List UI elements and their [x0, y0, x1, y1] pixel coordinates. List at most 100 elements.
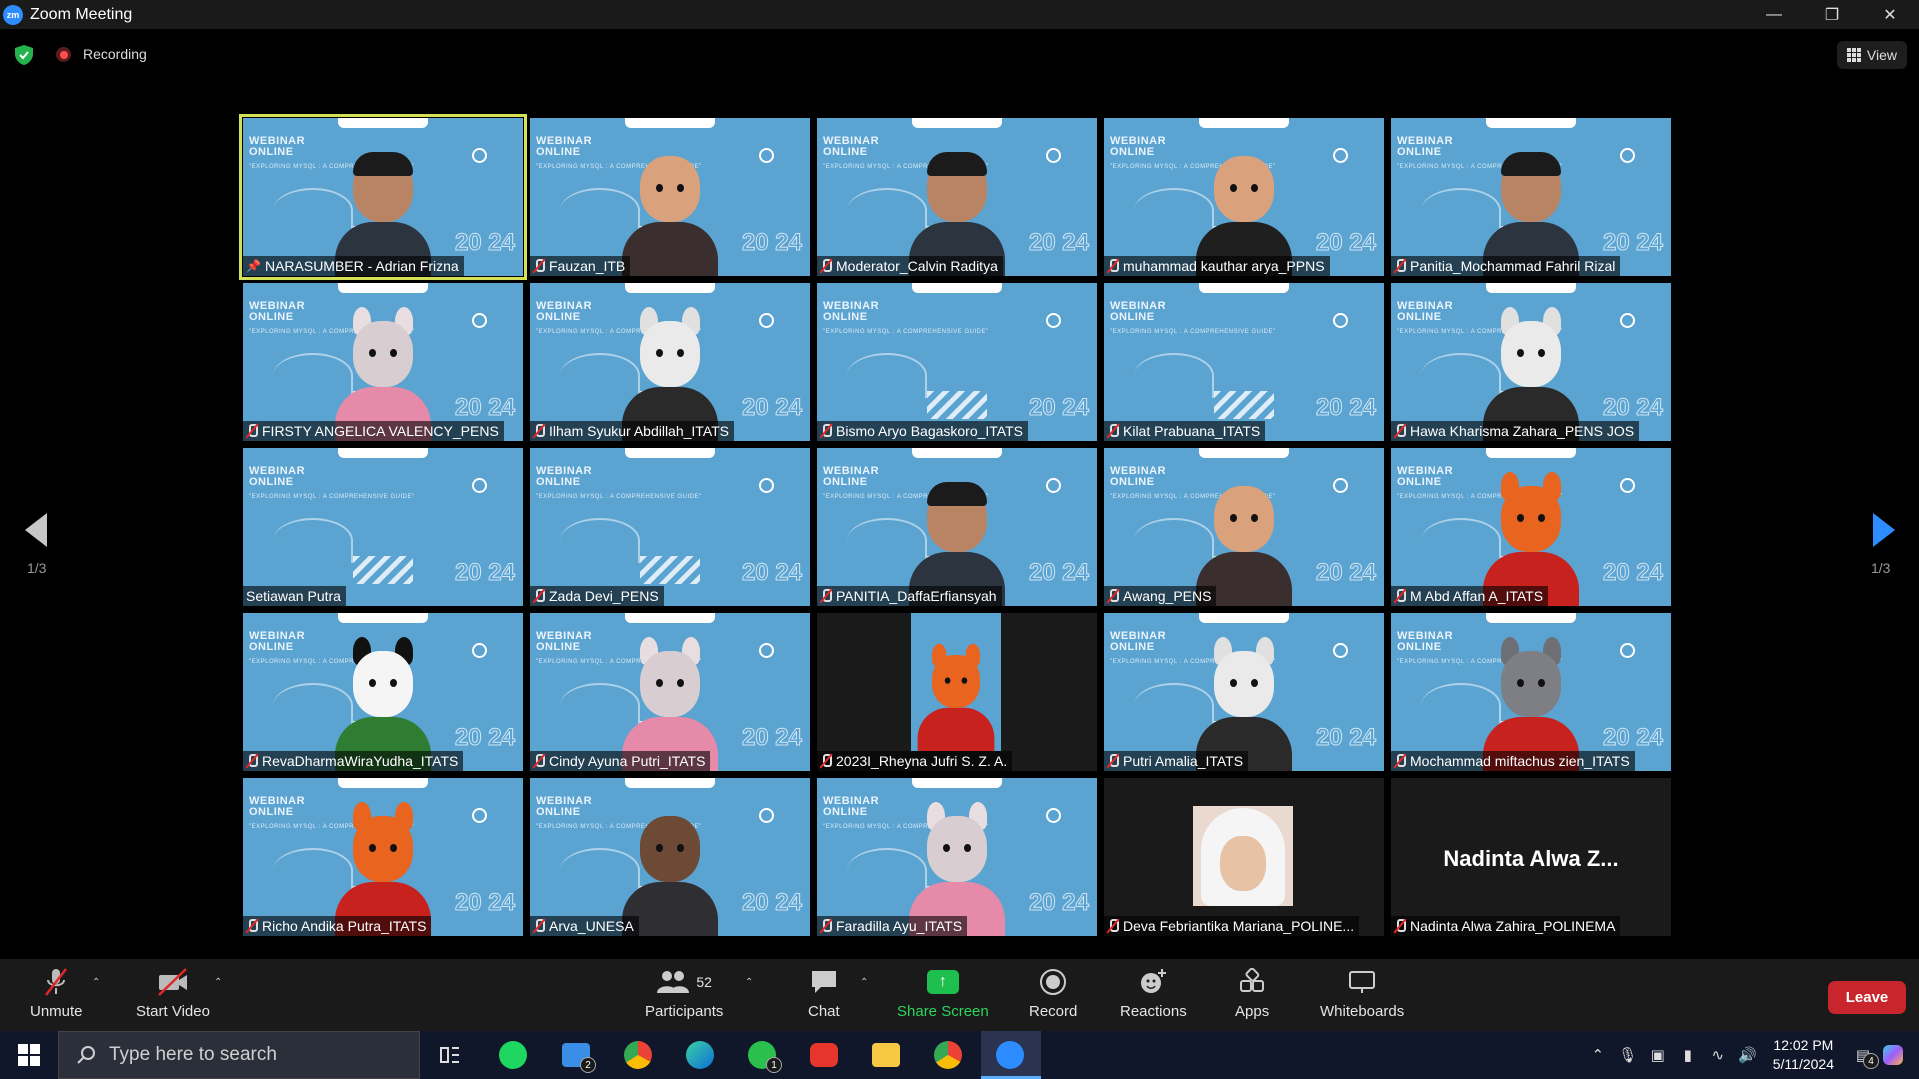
participant-name-bar: Fauzan_ITB: [530, 256, 631, 276]
microphone-icon[interactable]: 🎙: [1616, 1043, 1640, 1067]
whiteboards-button[interactable]: Whiteboards: [1320, 967, 1404, 1020]
participant-name-bar: Kilat Prabuana_ITATS: [1104, 421, 1266, 441]
mail-icon[interactable]: 2: [560, 1039, 596, 1073]
camera-icon[interactable]: ▣: [1646, 1043, 1670, 1067]
next-page-button[interactable]: [1866, 512, 1902, 548]
decorative-circle: [1046, 478, 1061, 493]
close-window-button[interactable]: ✕: [1861, 0, 1919, 29]
sponsor-logos: [912, 778, 1002, 788]
copilot-icon[interactable]: [1881, 1043, 1905, 1067]
participants-button[interactable]: 52 Participants: [645, 967, 723, 1020]
video-tile[interactable]: WEBINAR ONLINE "EXPLORING MYSQL : A COMPRE…: [1391, 448, 1671, 606]
video-tile[interactable]: WEBINAR ONLINE "EXPLORING MYSQL : A COMPRE…: [817, 778, 1097, 936]
notification-center-icon[interactable]: ▤ 4: [1851, 1043, 1879, 1069]
video-tile[interactable]: WEBINAR ONLINE "EXPLORING MYSQL : A COMPRE…: [530, 448, 810, 606]
video-tile[interactable]: 2023I_Rheyna Jufri S. Z. A.: [817, 613, 1097, 771]
start-video-button[interactable]: Start Video: [136, 967, 210, 1020]
battery-icon[interactable]: ▮: [1676, 1043, 1700, 1067]
spotify-icon[interactable]: [497, 1039, 529, 1071]
webinar-year-text: 20 24: [1028, 889, 1089, 916]
task-view-icon[interactable]: [434, 1039, 466, 1071]
sponsor-logos: [912, 118, 1002, 128]
video-tile[interactable]: WEBINAR ONLINE "EXPLORING MYSQL : A COMPRE…: [530, 613, 810, 771]
view-button[interactable]: View: [1836, 41, 1907, 69]
participant-name: Nadinta Alwa Zahira_POLINEMA: [1410, 918, 1616, 934]
restore-button[interactable]: ❐: [1803, 0, 1861, 29]
participant-name-bar: Bismo Aryo Bagaskoro_ITATS: [817, 421, 1028, 441]
video-tile[interactable]: WEBINAR ONLINE "EXPLORING MYSQL : A COMPRE…: [817, 283, 1097, 441]
participant-name-bar: Nadinta Alwa Zahira_POLINEMA: [1391, 916, 1621, 936]
reactions-button[interactable]: Reactions: [1120, 967, 1187, 1020]
wps-office-icon[interactable]: [808, 1039, 840, 1071]
share-screen-label: Share Screen: [897, 1003, 989, 1020]
wifi-icon[interactable]: ∿: [1706, 1043, 1730, 1067]
recording-label: Recording: [83, 46, 147, 62]
whatsapp-icon[interactable]: 1: [746, 1039, 782, 1073]
previous-page-button[interactable]: [18, 512, 54, 548]
video-tile[interactable]: WEBINAR ONLINE "EXPLORING MYSQL : A COMPRE…: [530, 778, 810, 936]
clock-time: 12:02 PM: [1773, 1037, 1834, 1053]
video-tile[interactable]: WEBINAR ONLINE "EXPLORING MYSQL : A COMPRE…: [239, 114, 527, 280]
video-tile[interactable]: WEBINAR ONLINE "EXPLORING MYSQL : A COMPRE…: [1104, 613, 1384, 771]
encryption-shield-icon[interactable]: [15, 45, 33, 65]
participant-name-bar: M Abd Affan A_ITATS: [1391, 586, 1549, 606]
participant-name: Fauzan_ITB: [549, 258, 626, 274]
video-tile[interactable]: WEBINAR ONLINE "EXPLORING MYSQL : A COMPRE…: [817, 118, 1097, 276]
video-tile[interactable]: WEBINAR ONLINE "EXPLORING MYSQL : A COMPRE…: [1391, 613, 1671, 771]
muted-mic-icon: [820, 589, 832, 603]
participant-name: Zada Devi_PENS: [549, 588, 659, 604]
sponsor-logos: [1486, 118, 1576, 128]
gallery-video-grid: WEBINAR ONLINE "EXPLORING MYSQL : A COMPRE…: [239, 114, 1671, 936]
video-tile[interactable]: WEBINAR ONLINE "EXPLORING MYSQL : A COMPRE…: [1391, 118, 1671, 276]
muted-mic-icon: [533, 424, 545, 438]
video-tile[interactable]: Deva Febriantika Mariana_POLINE...: [1104, 778, 1384, 936]
record-button[interactable]: Record: [1029, 967, 1077, 1020]
participant-name-bar: Setiawan Putra: [243, 586, 346, 606]
participant-name-bar: Awang_PENS: [1104, 586, 1217, 606]
show-hidden-icons-chevron-icon[interactable]: ⌃: [1586, 1043, 1610, 1067]
chrome-icon[interactable]: [622, 1039, 654, 1071]
audio-options-chevron-icon[interactable]: ⌃: [92, 977, 100, 988]
participant-name: Panitia_Mochammad Fahril Rizal: [1410, 258, 1616, 274]
webinar-year-text: 20 24: [1602, 229, 1663, 256]
decorative-circle: [759, 643, 774, 658]
zoom-taskbar-icon[interactable]: [994, 1039, 1026, 1071]
volume-icon[interactable]: 🔊: [1736, 1043, 1760, 1067]
video-options-chevron-icon[interactable]: ⌃: [214, 977, 222, 988]
video-tile[interactable]: WEBINAR ONLINE "EXPLORING MYSQL : A COMPRE…: [1104, 283, 1384, 441]
taskbar-search-box[interactable]: Type here to search: [58, 1031, 420, 1079]
apps-label: Apps: [1235, 1003, 1270, 1020]
video-tile[interactable]: WEBINAR ONLINE "EXPLORING MYSQL : A COMPRE…: [1391, 283, 1671, 441]
apps-button[interactable]: Apps: [1235, 967, 1269, 1020]
start-button[interactable]: [0, 1031, 58, 1079]
video-tile[interactable]: WEBINAR ONLINE "EXPLORING MYSQL : A COMPRE…: [243, 613, 523, 771]
decorative-circle: [472, 313, 487, 328]
muted-mic-icon: [533, 259, 545, 273]
chat-options-chevron-icon[interactable]: ⌃: [860, 977, 868, 988]
video-tile[interactable]: WEBINAR ONLINE "EXPLORING MYSQL : A COMPRE…: [530, 118, 810, 276]
unmute-button[interactable]: Unmute: [30, 967, 83, 1020]
video-tile[interactable]: WEBINAR ONLINE "EXPLORING MYSQL : A COMPRE…: [243, 283, 523, 441]
video-tile[interactable]: WEBINAR ONLINE "EXPLORING MYSQL : A COMPRE…: [1104, 118, 1384, 276]
apps-icon: [1238, 967, 1266, 997]
edge-icon[interactable]: [684, 1039, 716, 1071]
video-tile[interactable]: Nadinta Alwa Z... Nadinta Alwa Zahira_POL…: [1391, 778, 1671, 936]
leave-button[interactable]: Leave: [1828, 981, 1906, 1014]
webinar-year-text: 20 24: [454, 724, 515, 751]
chrome-profile-icon[interactable]: [932, 1039, 964, 1071]
chat-button[interactable]: Chat: [808, 967, 840, 1020]
minimize-button[interactable]: —: [1745, 0, 1803, 29]
taskbar-clock[interactable]: 12:02 PM 5/11/2024: [1773, 1036, 1834, 1074]
file-explorer-icon[interactable]: [870, 1039, 902, 1071]
webinar-year-text: 20 24: [454, 889, 515, 916]
arrow-left-icon: [25, 513, 47, 547]
participant-name-bar: Cindy Ayuna Putri_ITATS: [530, 751, 711, 771]
video-tile[interactable]: WEBINAR ONLINE "EXPLORING MYSQL : A COMPRE…: [243, 448, 523, 606]
share-screen-button[interactable]: ↑ Share Screen: [897, 967, 989, 1020]
video-tile[interactable]: WEBINAR ONLINE "EXPLORING MYSQL : A COMPRE…: [1104, 448, 1384, 606]
participant-name-bar: Putri Amalia_ITATS: [1104, 751, 1249, 771]
participants-options-chevron-icon[interactable]: ⌃: [745, 977, 753, 988]
video-tile[interactable]: WEBINAR ONLINE "EXPLORING MYSQL : A COMPRE…: [817, 448, 1097, 606]
video-tile[interactable]: WEBINAR ONLINE "EXPLORING MYSQL : A COMPRE…: [530, 283, 810, 441]
video-tile[interactable]: WEBINAR ONLINE "EXPLORING MYSQL : A COMPRE…: [243, 778, 523, 936]
